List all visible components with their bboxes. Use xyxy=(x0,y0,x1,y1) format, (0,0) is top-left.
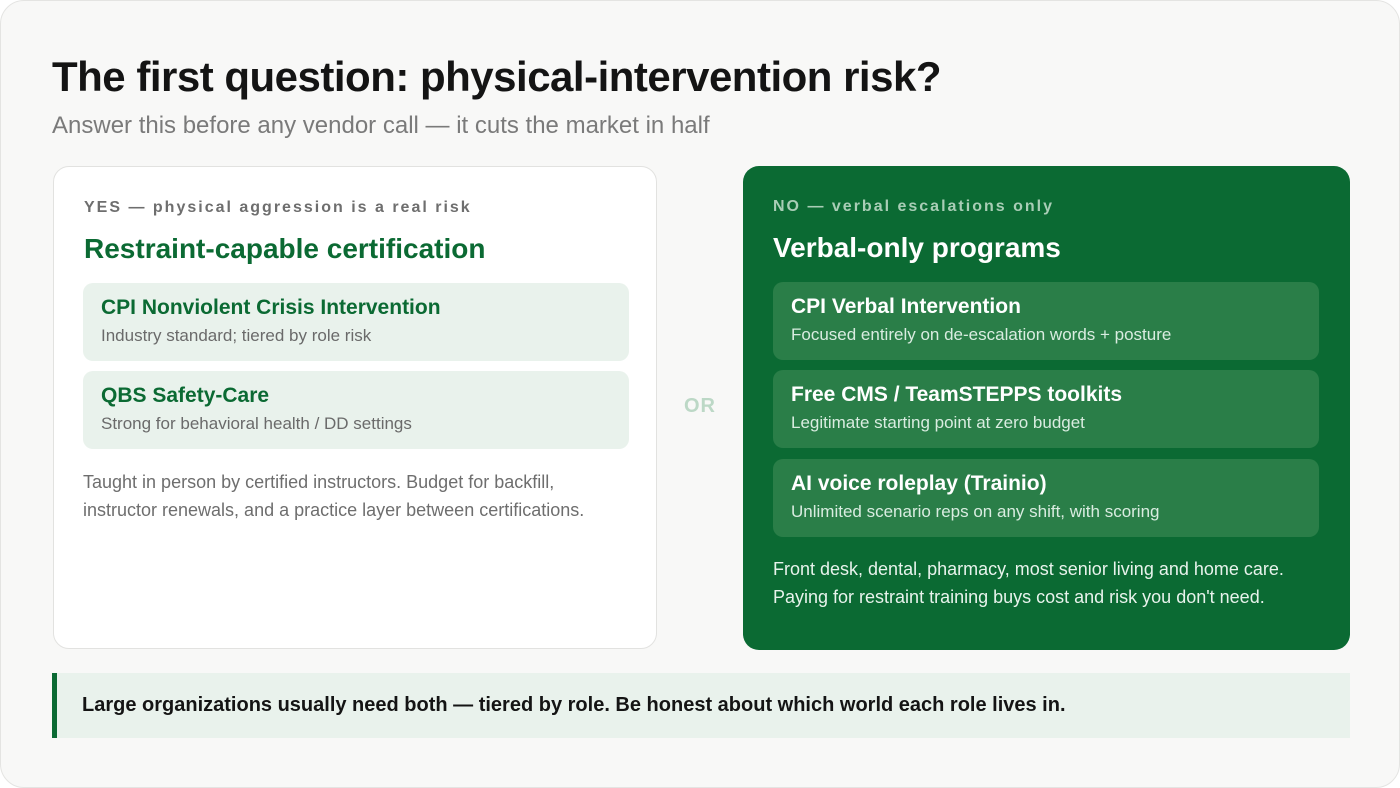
option-name: QBS Safety-Care xyxy=(101,384,270,407)
no-card: NO — verbal escalations only Verbal-only… xyxy=(743,166,1350,650)
option-desc: Focused entirely on de-escalation words … xyxy=(791,325,1172,344)
callout-text: Large organizations usually need both — … xyxy=(82,694,1066,716)
page-subtitle: Answer this before any vendor call — it … xyxy=(52,112,710,139)
or-divider: OR xyxy=(684,395,716,417)
no-card-eyebrow: NO — verbal escalations only xyxy=(773,198,1054,215)
slide: The first question: physical-interventio… xyxy=(0,0,1400,788)
bottom-callout: Large organizations usually need both — … xyxy=(52,673,1350,738)
option-desc: Unlimited scenario reps on any shift, wi… xyxy=(791,502,1160,521)
yes-card: YES — physical aggression is a real risk… xyxy=(53,166,657,649)
option-name: Free CMS / TeamSTEPPS toolkits xyxy=(791,383,1123,406)
option-desc: Industry standard; tiered by role risk xyxy=(101,326,372,345)
yes-card-note: Taught in person by certified instructor… xyxy=(83,472,585,520)
yes-card-eyebrow: YES — physical aggression is a real risk xyxy=(84,199,472,216)
option-name: CPI Verbal Intervention xyxy=(791,295,1021,318)
option-desc: Legitimate starting point at zero budget xyxy=(791,413,1085,432)
no-card-title: Verbal-only programs xyxy=(773,232,1061,263)
option-name: CPI Nonviolent Crisis Intervention xyxy=(101,296,441,319)
option-desc: Strong for behavioral health / DD settin… xyxy=(101,414,412,433)
yes-card-title: Restraint-capable certification xyxy=(84,233,486,264)
page-title: The first question: physical-interventio… xyxy=(52,53,941,100)
option-ai-roleplay: AI voice roleplay (Trainio) Unlimited sc… xyxy=(773,459,1319,537)
option-name: AI voice roleplay (Trainio) xyxy=(791,472,1047,495)
option-free-toolkits: Free CMS / TeamSTEPPS toolkits Legitimat… xyxy=(773,370,1319,448)
no-card-note: Front desk, dental, pharmacy, most senio… xyxy=(773,559,1284,607)
option-qbs-safety-care: QBS Safety-Care Strong for behavioral he… xyxy=(83,371,629,449)
option-cpi-verbal: CPI Verbal Intervention Focused entirely… xyxy=(773,282,1319,360)
option-cpi-nonviolent: CPI Nonviolent Crisis Intervention Indus… xyxy=(83,283,629,361)
